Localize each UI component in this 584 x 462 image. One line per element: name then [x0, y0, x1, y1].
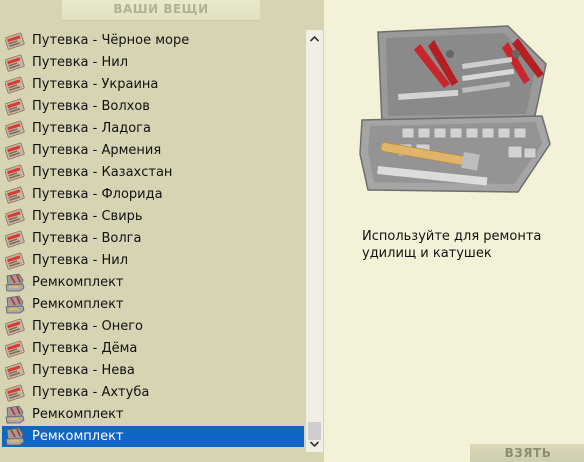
scroll-down-button[interactable] — [306, 435, 323, 452]
inventory-item-label: Путевка - Дёма — [32, 341, 138, 356]
chevron-up-icon — [310, 35, 319, 42]
inventory-item-label: Путевка - Флорида — [32, 187, 163, 202]
inventory-item[interactable]: Путевка - Нева — [2, 360, 304, 381]
toolkit-icon — [5, 273, 25, 292]
inventory-item-label: Путевка - Ладога — [32, 121, 151, 136]
inventory-item-label: Путевка - Казахстан — [32, 165, 173, 180]
inventory-item-label: Путевка - Нил — [32, 253, 129, 268]
scroll-up-button[interactable] — [306, 30, 323, 47]
inventory-item[interactable]: Путевка - Нил — [2, 52, 304, 73]
inventory-item-label: Путевка - Нил — [32, 55, 129, 70]
voucher-icon — [4, 317, 25, 336]
voucher-icon — [4, 97, 25, 116]
voucher-icon — [4, 75, 25, 94]
inventory-item[interactable]: Путевка - Казахстан — [2, 162, 304, 183]
inventory-item-label: Путевка - Украина — [32, 77, 159, 92]
inventory-item[interactable]: Путевка - Ладога — [2, 118, 304, 139]
toolkit-icon — [5, 427, 25, 446]
toolkit-case-icon — [359, 25, 551, 193]
inventory-item[interactable]: Путевка - Армения — [2, 140, 304, 161]
toolkit-icon — [5, 295, 25, 314]
inventory-item[interactable]: Ремкомплект — [2, 426, 304, 447]
list-scrollbar[interactable] — [306, 30, 323, 452]
inventory-item-label: Путевка - Волга — [32, 231, 142, 246]
inventory-item-label: Путевка - Армения — [32, 143, 162, 158]
voucher-icon — [4, 31, 25, 50]
inventory-item[interactable]: Ремкомплект — [2, 404, 304, 425]
inventory-item-label: Путевка - Чёрное море — [32, 33, 190, 48]
inventory-header: ВАШИ ВЕЩИ — [62, 0, 260, 21]
inventory-item-label: Путевка - Ахтуба — [32, 385, 150, 400]
voucher-icon — [4, 185, 25, 204]
inventory-item[interactable]: Путевка - Украина — [2, 74, 304, 95]
inventory-item-label: Ремкомплект — [32, 275, 124, 290]
inventory-item[interactable]: Ремкомплект — [2, 294, 304, 315]
inventory-item[interactable]: Путевка - Нил — [2, 250, 304, 271]
voucher-icon — [4, 141, 25, 160]
voucher-icon — [4, 163, 25, 182]
inventory-item[interactable]: Путевка - Волхов — [2, 96, 304, 117]
chevron-down-icon — [310, 440, 319, 447]
inventory-item[interactable]: Путевка - Флорида — [2, 184, 304, 205]
inventory-item[interactable]: Путевка - Дёма — [2, 338, 304, 359]
voucher-icon — [4, 251, 25, 270]
inventory-item-label: Путевка - Волхов — [32, 99, 150, 114]
inventory-item[interactable]: Путевка - Свирь — [2, 206, 304, 227]
inventory-item-label: Ремкомплект — [32, 297, 124, 312]
inventory-item[interactable]: Ремкомплект — [2, 272, 304, 293]
item-description: Используйте для ремонта удилищ и катушек — [362, 229, 542, 261]
voucher-icon — [4, 361, 25, 380]
voucher-icon — [4, 229, 25, 248]
inventory-item[interactable]: Путевка - Ахтуба — [2, 382, 304, 403]
inventory-item-label: Ремкомплект — [32, 429, 124, 444]
voucher-icon — [4, 207, 25, 226]
inventory-item[interactable]: Путевка - Чёрное море — [2, 30, 304, 51]
voucher-icon — [4, 53, 25, 72]
inventory-item-label: Путевка - Онего — [32, 319, 143, 334]
voucher-icon — [4, 119, 25, 138]
voucher-icon — [4, 383, 25, 402]
toolkit-icon — [5, 405, 25, 424]
inventory-item-label: Путевка - Свирь — [32, 209, 143, 224]
voucher-icon — [4, 339, 25, 358]
take-button[interactable]: ВЗЯТЬ — [498, 444, 558, 462]
inventory-item-label: Путевка - Нева — [32, 363, 135, 378]
inventory-item-label: Ремкомплект — [32, 407, 124, 422]
inventory-item[interactable]: Путевка - Онего — [2, 316, 304, 337]
inventory-list: Путевка - Чёрное море Путевка - Нил Путе… — [2, 30, 306, 450]
inventory-item[interactable]: Путевка - Волга — [2, 228, 304, 249]
